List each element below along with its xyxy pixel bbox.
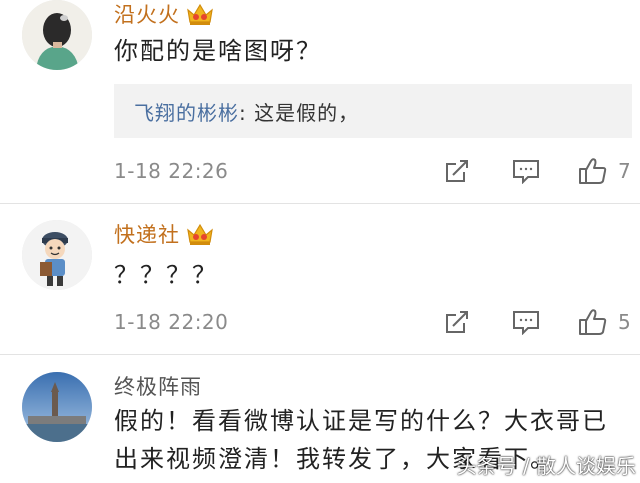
username[interactable]: 快递社	[114, 220, 214, 248]
like-button[interactable]: 5	[578, 306, 631, 338]
comment-text: 你配的是啥图呀？	[114, 37, 322, 65]
reply-button[interactable]	[512, 306, 540, 338]
reply-button[interactable]	[512, 155, 540, 187]
comment-meta: 1-18 22:20 5	[114, 306, 640, 338]
username[interactable]: 终极阵雨	[114, 372, 202, 400]
comment-item: 沿火火 你配的是啥图呀？ 飞翔的彬彬 : 这是假的， 1-18 22:26 7	[0, 0, 640, 200]
share-button[interactable]	[444, 155, 470, 187]
comment-text: ？？？？	[114, 261, 218, 289]
username-text: 终极阵雨	[114, 375, 202, 399]
reply-username[interactable]: 飞翔的彬彬	[134, 97, 239, 126]
like-count: 5	[618, 310, 631, 334]
avatar[interactable]	[22, 220, 92, 290]
divider	[0, 203, 640, 204]
crown-icon	[186, 2, 214, 26]
comment-icon	[512, 309, 540, 335]
divider	[0, 354, 640, 355]
avatar[interactable]	[22, 0, 92, 70]
username[interactable]: 沿火火	[114, 0, 214, 28]
thumbs-up-icon	[578, 307, 608, 337]
timestamp: 1-18 22:20	[114, 310, 229, 334]
thumbs-up-icon	[578, 156, 608, 186]
like-button[interactable]: 7	[578, 155, 631, 187]
share-button[interactable]	[444, 306, 470, 338]
username-text: 快递社	[114, 223, 180, 247]
share-icon	[444, 158, 470, 184]
reply-text: : 这是假的，	[239, 100, 360, 125]
username-text: 沿火火	[114, 3, 180, 27]
crown-icon	[186, 222, 214, 246]
like-count: 7	[618, 159, 631, 183]
avatar[interactable]	[22, 372, 92, 442]
comment-item: 快递社 ？？？？ 1-18 22:20 5	[0, 220, 640, 350]
reply-preview[interactable]: 飞翔的彬彬 : 这是假的，	[114, 84, 632, 138]
comment-meta: 1-18 22:26 7	[114, 155, 640, 187]
timestamp: 1-18 22:26	[114, 159, 229, 183]
watermark: 头条号 / 散人谈娱乐	[456, 454, 636, 478]
comment-icon	[512, 158, 540, 184]
share-icon	[444, 309, 470, 335]
